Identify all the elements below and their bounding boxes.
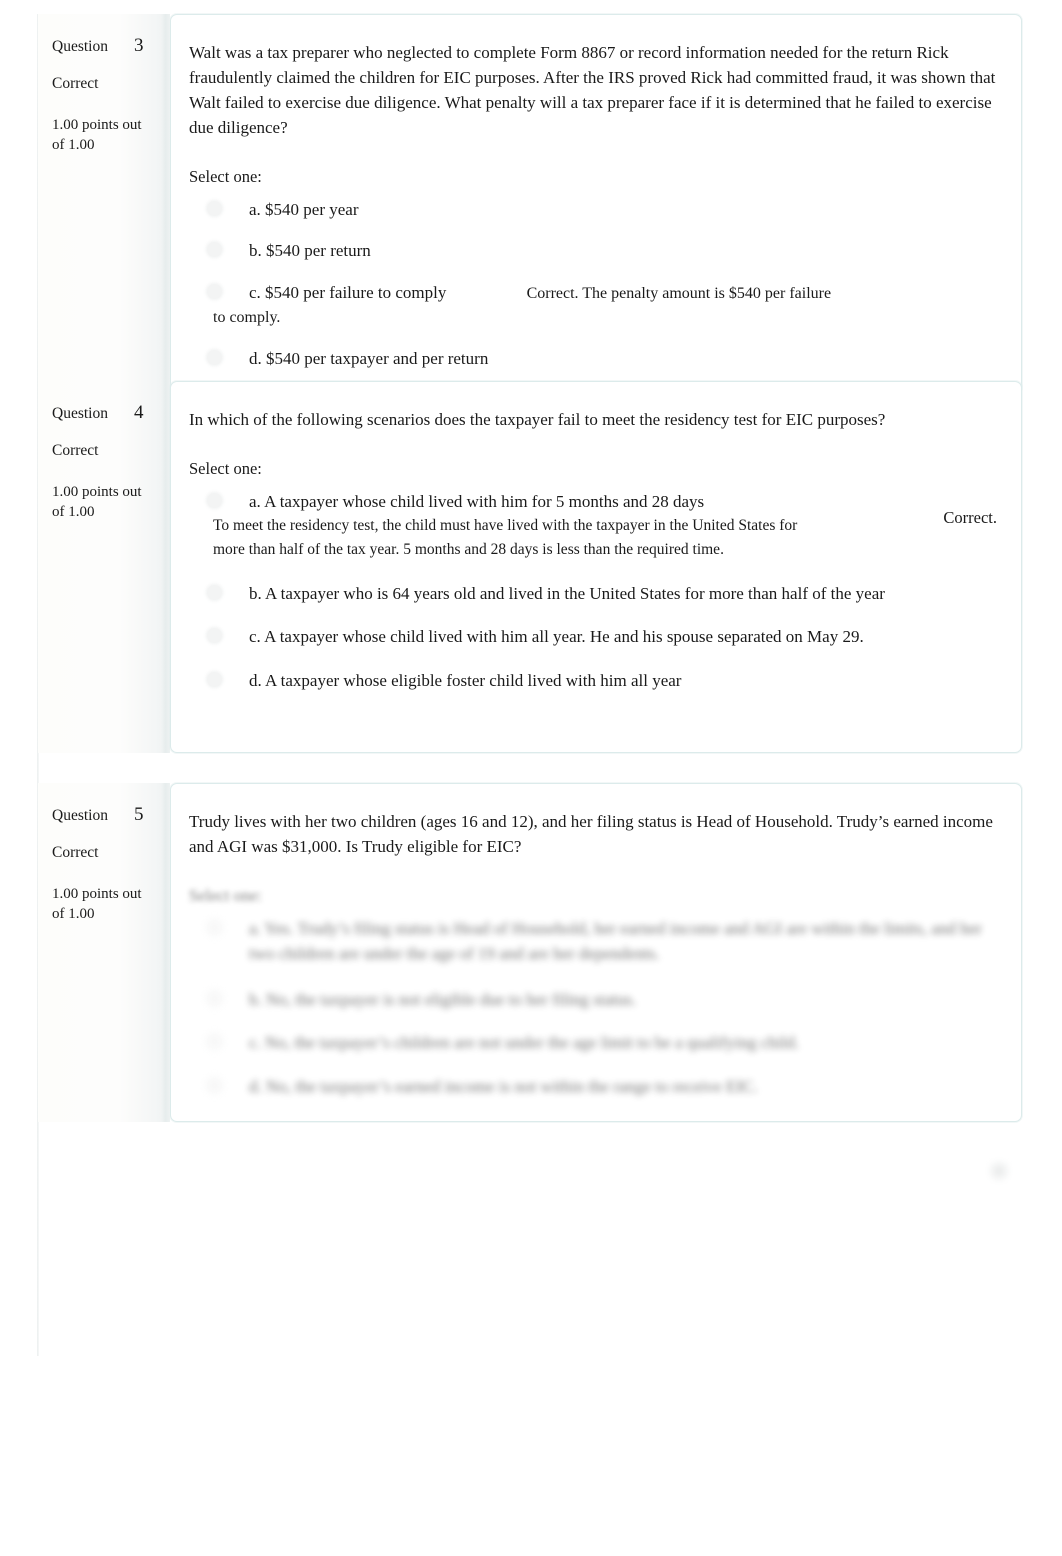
answer-label: a. A taxpayer whose child lived with him… [249,491,705,511]
question-label: Question [52,38,108,55]
answer-option-a[interactable]: a. Yes. Trudy’s filing status is Head of… [189,916,997,967]
answer-option-d[interactable]: d. A taxpayer whose eligible foster chil… [189,668,997,694]
question-block-5: Question 5 Correct 1.00 points out of 1.… [38,783,1022,1123]
radio-icon[interactable] [207,671,222,687]
answer-label: c. No, the taxpayer’s children are not u… [249,1033,800,1053]
select-one-prompt: Select one: [189,458,262,478]
radio-icon[interactable] [207,919,222,935]
question-number: 5 [133,804,144,825]
radio-icon[interactable] [207,990,222,1006]
radio-icon[interactable] [207,1077,222,1093]
question-label: Question [52,405,108,422]
answer-specific-feedback: To meet the residency test, the child mu… [213,517,798,558]
question-number: 4 [133,402,144,423]
answer-feedback-continued: to comply. [213,308,281,326]
question-text: In which of the following scenarios does… [189,410,886,429]
answer-list-5: a. Yes. Trudy’s filing status is Head of… [189,916,997,1100]
radio-icon[interactable] [207,200,222,216]
question-label: Question [52,807,108,824]
question-text: Walt was a tax preparer who neglected to… [189,43,996,137]
answer-option-c[interactable]: c. $540 per failure to comply Correct. T… [189,280,997,330]
question-content-3: Walt was a tax preparer who neglected to… [170,14,1022,395]
select-one-prompt: Select one: [189,885,262,905]
question-grade: 1.00 points out of 1.00 [52,116,142,154]
question-number: 3 [133,35,144,56]
answer-option-b[interactable]: b. A taxpayer who is 64 years old and li… [189,581,997,607]
question-text: Trudy lives with her two children (ages … [189,812,993,856]
answer-option-c[interactable]: c. A taxpayer whose child lived with him… [189,624,997,650]
answer-label: b. $540 per return [249,241,371,261]
answer-list-3: a. $540 per year b. $540 per return c. $… [189,197,997,372]
page-artifact-smudge [986,1158,1012,1184]
answer-label: c. A taxpayer whose child lived with him… [249,627,864,647]
answer-label: b. No, the taxpayer is not eligible due … [249,989,637,1009]
answer-label: d. $540 per taxpayer and per return [249,348,489,368]
question-grade: 1.00 points out of 1.00 [52,483,142,521]
answer-list-4: a. A taxpayer whose child lived with him… [189,489,997,694]
question-number-row: Question 5 [52,804,162,826]
question-grade: 1.00 points out of 1.00 [52,885,142,923]
answer-label: c. $540 per failure to comply [249,282,447,302]
radio-icon[interactable] [207,492,222,508]
question-info-4: Question 4 Correct 1.00 points out of 1.… [38,381,170,753]
question-state: Correct [52,441,99,459]
answer-option-a[interactable]: a. $540 per year [189,197,997,223]
question-content-4: In which of the following scenarios does… [170,381,1022,753]
answer-option-b[interactable]: b. $540 per return [189,238,997,264]
select-one-prompt: Select one: [189,166,262,186]
answer-label: b. A taxpayer who is 64 years old and li… [249,583,885,603]
answer-label: a. $540 per year [249,199,359,219]
answer-option-d[interactable]: d. $540 per taxpayer and per return [189,346,997,372]
answer-option-d[interactable]: d. No, the taxpayer’s earned income is n… [189,1074,997,1100]
answer-option-c[interactable]: c. No, the taxpayer’s children are not u… [189,1030,997,1056]
answer-label: d. No, the taxpayer’s earned income is n… [249,1076,758,1096]
question-number-row: Question 4 [52,402,162,424]
answer-feedback: Correct. The penalty amount is $540 per … [526,284,832,302]
radio-icon[interactable] [207,628,222,644]
question-content-5: Trudy lives with her two children (ages … [170,783,1022,1123]
question-state: Correct [52,843,99,861]
radio-icon[interactable] [207,242,222,258]
radio-icon[interactable] [207,349,222,365]
radio-icon[interactable] [207,283,222,299]
answer-option-a[interactable]: a. A taxpayer whose child lived with him… [189,489,997,561]
question-block-4: Question 4 Correct 1.00 points out of 1.… [38,381,1022,753]
question-info-5: Question 5 Correct 1.00 points out of 1.… [38,783,170,1123]
question-info-3: Question 3 Correct 1.00 points out of 1.… [38,14,170,395]
question-block-3: Question 3 Correct 1.00 points out of 1.… [38,14,1022,395]
radio-icon[interactable] [207,1034,222,1050]
answer-label: d. A taxpayer whose eligible foster chil… [249,670,682,690]
question-state: Correct [52,74,99,92]
question-number-row: Question 3 [52,35,162,57]
answer-label: a. Yes. Trudy’s filing status is Head of… [249,918,982,964]
radio-icon[interactable] [207,584,222,600]
answer-option-b[interactable]: b. No, the taxpayer is not eligible due … [189,987,997,1013]
